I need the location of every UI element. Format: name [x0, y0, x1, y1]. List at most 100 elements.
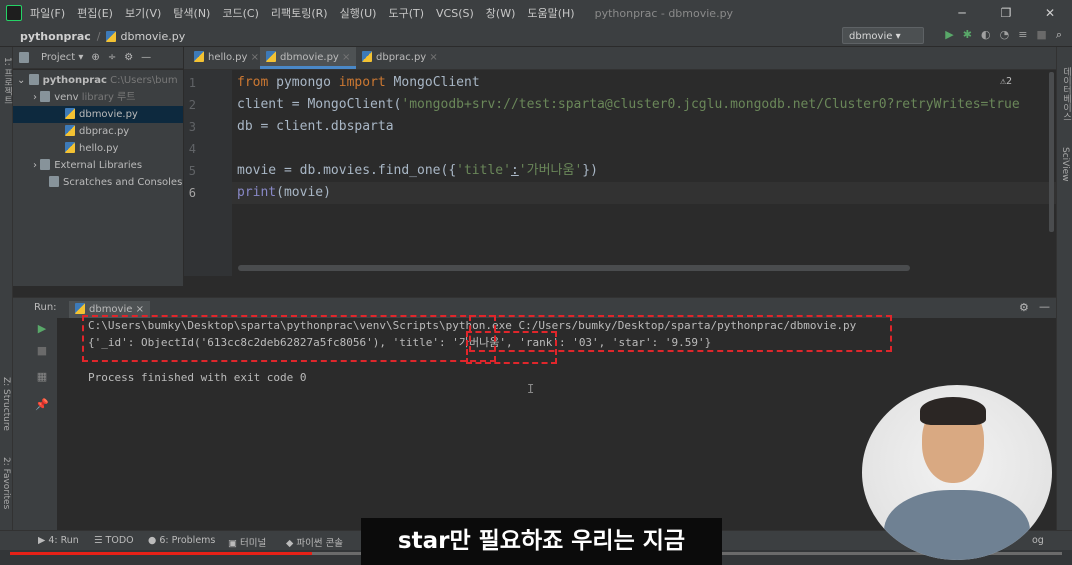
profile-icon[interactable]: ◔	[1000, 28, 1010, 42]
menu-window[interactable]: 창(W)	[486, 7, 516, 20]
concurrency-icon[interactable]: ≡	[1018, 28, 1027, 42]
menu-code[interactable]: 코드(C)	[222, 7, 259, 20]
code-line-2: client = MongoClient('mongodb+srv://test…	[237, 97, 1020, 112]
breadcrumb-project[interactable]: pythonprac	[20, 30, 91, 43]
vertical-scrollbar[interactable]	[1049, 72, 1054, 232]
project-view-selector[interactable]: Project ▾	[41, 52, 83, 63]
menu-view[interactable]: 보기(V)	[125, 7, 161, 20]
presenter-webcam	[862, 385, 1052, 560]
menu-tools[interactable]: 도구(T)	[388, 7, 424, 20]
breadcrumb-separator: /	[96, 29, 101, 43]
terminal-tool-button[interactable]: ▣ 터미널	[228, 535, 266, 549]
library-icon	[40, 159, 51, 170]
python-file-icon	[65, 142, 75, 153]
code-line-6: print(movie)	[232, 182, 1056, 204]
menu-edit[interactable]: 편집(E)	[77, 7, 113, 20]
close-tab-icon[interactable]: ×	[429, 52, 437, 63]
run-config-selector[interactable]: dbmovie ▾	[842, 27, 924, 44]
debug-icon[interactable]: ✱	[963, 28, 972, 42]
event-log-button[interactable]: og	[1032, 535, 1044, 546]
menu-refactor[interactable]: 리팩토링(R)	[271, 7, 328, 20]
code-line-5: movie = db.movies.find_one({'title':'가버나…	[237, 163, 598, 178]
tree-item-external-libraries[interactable]: › External Libraries	[33, 157, 142, 174]
chevron-down-icon: ⌄	[17, 75, 29, 86]
python-file-icon	[266, 51, 276, 62]
project-panel-header: Project ▾ ⊕ ÷ ⚙ —	[13, 47, 183, 69]
settings-gear-icon[interactable]: ⚙	[1019, 301, 1029, 314]
favorites-tool-label[interactable]: 2: Favorites	[1, 457, 11, 509]
close-button[interactable]: ✕	[1028, 0, 1072, 26]
folder-icon	[40, 91, 51, 102]
menu-help[interactable]: 도움말(H)	[527, 7, 574, 20]
hide-panel-icon[interactable]: —	[141, 52, 151, 63]
run-icon[interactable]: ▶	[945, 28, 953, 42]
hide-panel-icon[interactable]: —	[1039, 300, 1050, 313]
locate-icon[interactable]: ⊕	[91, 52, 99, 63]
menu-vcs[interactable]: VCS(S)	[436, 7, 474, 20]
navigation-bar: pythonprac / dbmovie.py dbmovie ▾ ▶ ✱ ◐ …	[0, 26, 1072, 47]
collapse-icon[interactable]: ÷	[108, 52, 116, 63]
close-tab-icon[interactable]: ×	[342, 52, 350, 63]
presenter-shirt	[884, 490, 1030, 560]
line-number: 6	[188, 186, 196, 200]
line-number: 4	[188, 142, 196, 156]
breadcrumb-file[interactable]: dbmovie.py	[120, 30, 185, 43]
stop-icon[interactable]: ■	[1036, 28, 1046, 42]
tab-dbprac[interactable]: dbprac.py ×	[356, 47, 444, 69]
restore-button[interactable]: ❐	[984, 0, 1028, 26]
python-file-icon	[75, 303, 85, 314]
python-console-tool-button[interactable]: ◆ 파이썬 콘솔	[286, 535, 343, 549]
editor-tabs: hello.py × dbmovie.py × dbprac.py ×	[184, 47, 1056, 70]
project-view-icon	[19, 52, 29, 63]
menu-bar: 파일(F) 편집(E) 보기(V) 탐색(N) 코드(C) 리팩토링(R) 실행(U) 도구(…	[30, 5, 587, 21]
run-label: Run:	[34, 302, 57, 313]
menu-run[interactable]: 실행(U)	[340, 7, 377, 20]
horizontal-scrollbar[interactable]	[238, 265, 910, 271]
warning-indicator[interactable]: ⚠2	[1000, 76, 1012, 87]
code-line-1: from pymongo import MongoClient	[237, 75, 480, 90]
settings-gear-icon[interactable]: ⚙	[124, 52, 133, 63]
database-tool-label[interactable]: 데이터베이스	[1060, 67, 1072, 121]
scratches-icon	[49, 176, 59, 187]
tree-item-venv[interactable]: › venv library 루트	[33, 89, 135, 106]
coverage-icon[interactable]: ◐	[981, 28, 991, 42]
code-editor[interactable]: from pymongo import MongoClient client =…	[232, 70, 1056, 276]
tree-item-dbprac[interactable]: dbprac.py	[65, 123, 129, 140]
menu-navigate[interactable]: 탐색(N)	[173, 7, 210, 20]
tree-item-pythonprac[interactable]: ⌄ pythonprac C:\Users\bum	[17, 72, 178, 89]
todo-tool-button[interactable]: ☰ TODO	[94, 535, 134, 546]
close-tab-icon[interactable]: ×	[251, 52, 259, 63]
folder-icon	[28, 74, 39, 85]
python-file-icon	[65, 108, 75, 119]
project-tree: ⌄ pythonprac C:\Users\bum › venv library…	[13, 70, 183, 286]
right-tool-stripe: 데이터베이스 SciView	[1056, 47, 1072, 530]
video-progress-fill	[10, 552, 312, 555]
annotation-box-title	[466, 331, 557, 364]
stop-icon[interactable]: ■	[35, 344, 49, 357]
menu-file[interactable]: 파일(F)	[30, 7, 65, 20]
chevron-right-icon: ›	[33, 92, 41, 103]
window-title: pythonprac - dbmovie.py	[594, 6, 734, 20]
run-tool-button[interactable]: ▶ 4: Run	[38, 535, 79, 546]
tree-item-scratches[interactable]: Scratches and Consoles	[49, 174, 182, 191]
annotation-box-left	[82, 315, 496, 362]
video-subtitle: star만 필요하죠 우리는 지금	[361, 518, 722, 565]
pycharm-logo-icon	[6, 5, 22, 21]
tab-hello[interactable]: hello.py ×	[188, 47, 265, 69]
chevron-right-icon: ›	[33, 160, 41, 171]
problems-tool-button[interactable]: ● 6: Problems	[148, 535, 215, 546]
pin-icon[interactable]: 📌	[35, 398, 49, 411]
python-file-icon	[362, 51, 372, 62]
python-file-icon	[106, 30, 117, 42]
layout-icon[interactable]: ▦	[35, 370, 49, 383]
structure-tool-label[interactable]: Z: Structure	[1, 377, 11, 431]
search-icon[interactable]: ⌕	[1056, 28, 1062, 42]
tab-dbmovie[interactable]: dbmovie.py ×	[260, 47, 357, 69]
minimize-button[interactable]: ─	[940, 0, 984, 26]
title-bar: 파일(F) 편집(E) 보기(V) 탐색(N) 코드(C) 리팩토링(R) 실행(U) 도구(…	[0, 0, 1072, 26]
sciview-tool-label[interactable]: SciView	[1060, 147, 1070, 182]
rerun-icon[interactable]: ▶	[35, 322, 49, 335]
tree-item-dbmovie[interactable]: dbmovie.py	[13, 106, 183, 123]
line-number: 2	[188, 98, 196, 112]
tree-item-hello[interactable]: hello.py	[65, 140, 118, 157]
